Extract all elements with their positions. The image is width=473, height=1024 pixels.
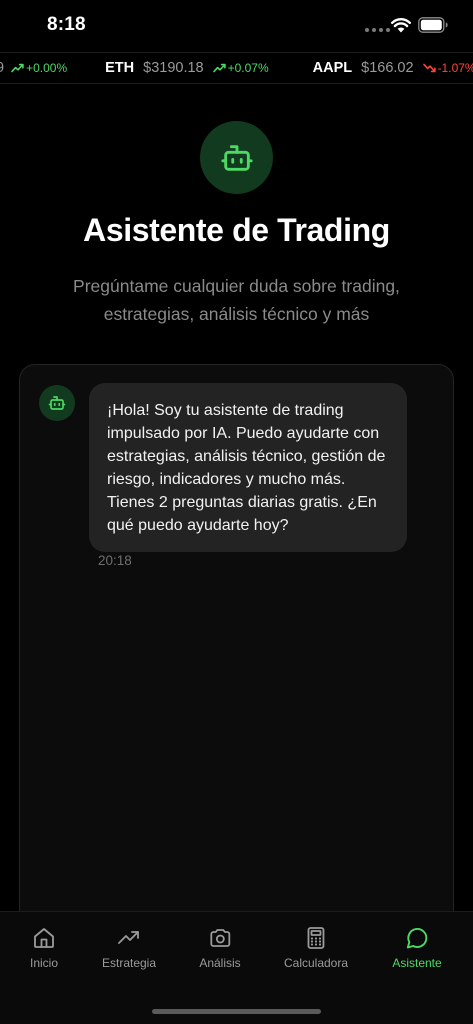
page-title: Asistente de Trading [83,212,390,248]
tab-inicio[interactable]: Inicio [30,926,58,970]
tab-label: Inicio [29,956,59,970]
home-indicator[interactable] [152,1009,321,1014]
battery-icon [418,17,448,33]
trend-up-icon [11,63,24,73]
ticker-item[interactable]: ETH $3190.18 +0.07% [105,60,269,76]
ticker-change-value: +0.07% [227,61,269,75]
tab-label: Asistente [392,956,442,970]
price-ticker[interactable]: 9 +0.00% ETH $3190.18 +0.07% AAPL $166.0… [0,52,473,84]
ticker-item[interactable]: 9 +0.00% [0,60,67,76]
bot-avatar [39,385,75,421]
ticker-change-value: +0.00% [26,61,68,75]
ticker-price: 9 [0,60,4,76]
tab-label: Estrategia [101,956,157,970]
ticker-change: +0.00% [11,61,67,75]
tab-label: Análisis [199,956,241,970]
robot-icon [220,144,253,171]
trend-down-icon [422,63,436,73]
ticker-symbol: AAPL [312,60,353,76]
ticker-price: $3190.18 [143,60,204,76]
ticker-change: +0.07% [212,61,269,75]
assistant-avatar [200,121,273,194]
robot-icon [48,396,66,410]
page-subtitle: Pregúntame cualquier duda sobre trading,… [73,276,400,324]
calculator-icon [307,927,325,949]
bottom-tab-bar: Inicio Estrategia Análisis Calculadora A… [0,911,473,1024]
cellular-signal-icon [365,28,390,32]
ticker-item[interactable]: AAPL $166.02 -1.07% [313,60,473,76]
status-time: 8:18 [47,14,86,35]
ticker-symbol: ETH [105,60,135,76]
ticker-price: $166.02 [361,60,414,76]
chat-bubble-icon [406,928,427,949]
chat-panel[interactable]: ¡Hola! Soy tu asistente de trading impul… [19,364,454,964]
camera-icon [210,929,230,947]
tab-analisis[interactable]: Análisis [199,926,241,970]
tab-estrategia[interactable]: Estrategia [102,926,156,970]
wifi-icon [391,18,411,33]
status-bar: 8:18 [0,0,473,52]
tab-calculadora[interactable]: Calculadora [284,926,348,970]
home-icon [34,928,54,948]
tab-label: Calculadora [283,956,349,970]
tab-asistente[interactable]: Asistente [392,926,442,970]
ticker-change-value: -1.07% [437,61,473,75]
trending-up-icon [118,931,139,944]
trend-up-icon [212,63,226,73]
bot-message-bubble: ¡Hola! Soy tu asistente de trading impul… [89,383,407,552]
ticker-track: 9 +0.00% ETH $3190.18 +0.07% AAPL $166.0… [0,53,473,83]
ticker-change: -1.07% [422,61,473,75]
message-timestamp: 20:18 [98,553,132,568]
